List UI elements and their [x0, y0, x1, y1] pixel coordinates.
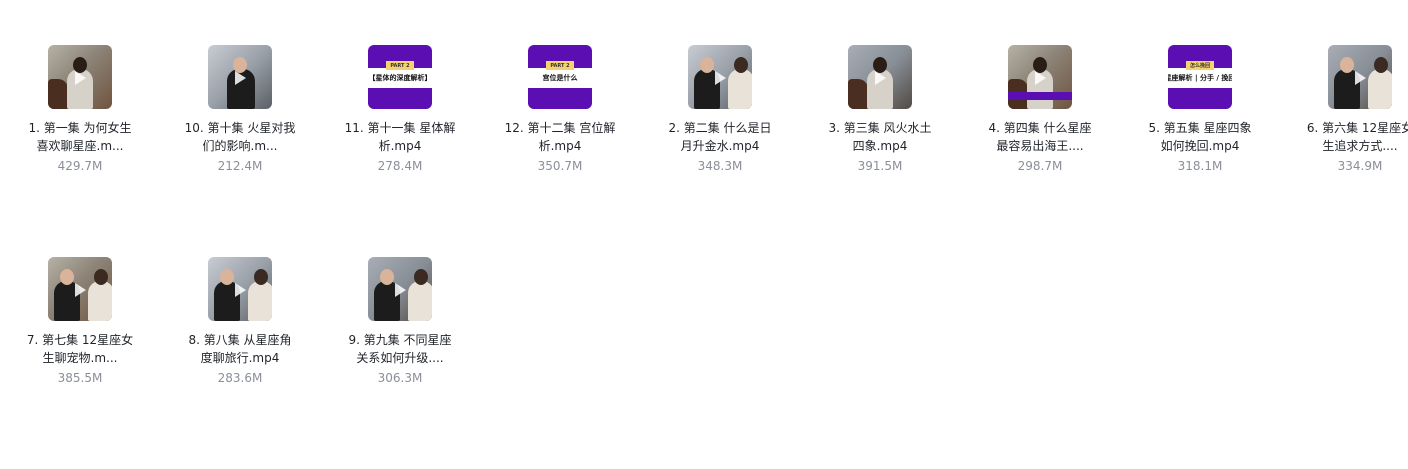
play-icon — [1035, 71, 1046, 85]
slide-thumbnail[interactable]: 星座解析 | 分手 / 挽回 怎么挽回 — [1168, 45, 1232, 109]
slide-band: 宫位是什么 — [528, 68, 592, 88]
file-name: 8. 第八集 从星座角度聊旅行.mp4 — [188, 333, 292, 365]
file-size: 298.7M — [1017, 159, 1063, 173]
slide-thumbnail[interactable]: 宫位是什么 PART 2 — [528, 45, 592, 109]
person-figure — [1368, 57, 1392, 109]
person-figure — [408, 269, 432, 321]
slide-tag: PART 2 — [546, 61, 574, 70]
file-item[interactable]: 2. 第二集 什么是日月升金水.mp4 348.3M — [640, 45, 800, 257]
video-thumbnail[interactable] — [688, 45, 752, 109]
file-item[interactable]: 宫位是什么 PART 2 12. 第十二集 宫位解析.mp4 350.7M — [480, 45, 640, 257]
file-item[interactable]: 8. 第八集 从星座角度聊旅行.mp4 283.6M — [160, 257, 320, 469]
chair-shape — [848, 79, 868, 109]
slide-tag: 怎么挽回 — [1186, 61, 1214, 70]
play-icon — [75, 283, 86, 297]
file-item[interactable]: 6. 第六集 12星座女生追求方式.... 334.9M — [1280, 45, 1408, 257]
file-name: 4. 第四集 什么星座最容易出海王.... — [988, 121, 1092, 153]
file-name: 7. 第七集 12星座女生聊宠物.m... — [26, 333, 134, 365]
file-size: 391.5M — [857, 159, 903, 173]
file-item[interactable]: 3. 第三集 风火水土四象.mp4 391.5M — [800, 45, 960, 257]
video-thumbnail[interactable] — [368, 257, 432, 321]
person-figure — [88, 269, 112, 321]
file-size: 348.3M — [697, 159, 743, 173]
file-size: 278.4M — [377, 159, 423, 173]
file-name: 12. 第十二集 宫位解析.mp4 — [504, 121, 616, 153]
video-thumbnail[interactable] — [48, 45, 112, 109]
play-icon — [75, 71, 86, 85]
file-item[interactable]: 4. 第四集 什么星座最容易出海王.... 298.7M — [960, 45, 1120, 257]
slide-text: 宫位是什么 — [542, 74, 578, 82]
video-thumbnail[interactable] — [1008, 45, 1072, 109]
file-name: 10. 第十集 火星对我们的影响.m... — [184, 121, 296, 153]
file-item[interactable]: 星座解析 | 分手 / 挽回 怎么挽回 5. 第五集 星座四象如何挽回.mp4 318… — [1120, 45, 1280, 257]
play-icon — [395, 283, 406, 297]
play-icon — [875, 71, 886, 85]
file-name: 3. 第三集 风火水土四象.mp4 — [828, 121, 932, 153]
play-icon — [235, 71, 246, 85]
video-thumbnail[interactable] — [848, 45, 912, 109]
video-thumbnail[interactable] — [208, 257, 272, 321]
file-size: 350.7M — [537, 159, 583, 173]
slide-thumbnail[interactable]: 【星体的深度解析】 PART 2 — [368, 45, 432, 109]
video-thumbnail[interactable] — [1328, 45, 1392, 109]
file-name: 9. 第九集 不同星座关系如何升级.... — [348, 333, 452, 365]
person-figure — [248, 269, 272, 321]
file-size: 385.5M — [57, 371, 103, 385]
slide-tag: PART 2 — [386, 61, 414, 70]
video-thumbnail[interactable] — [48, 257, 112, 321]
file-name: 2. 第二集 什么是日月升金水.mp4 — [668, 121, 772, 153]
slide-band: 【星体的深度解析】 — [368, 68, 432, 88]
file-size: 318.1M — [1177, 159, 1223, 173]
slide-band: 星座解析 | 分手 / 挽回 — [1168, 68, 1232, 88]
file-size: 212.4M — [217, 159, 263, 173]
file-name: 5. 第五集 星座四象如何挽回.mp4 — [1148, 121, 1252, 153]
file-name: 11. 第十一集 星体解析.mp4 — [344, 121, 456, 153]
file-item[interactable]: 10. 第十集 火星对我们的影响.m... 212.4M — [160, 45, 320, 257]
file-item[interactable]: 【星体的深度解析】 PART 2 11. 第十一集 星体解析.mp4 278.4M — [320, 45, 480, 257]
file-name: 1. 第一集 为何女生喜欢聊星座.m... — [28, 121, 132, 153]
file-item[interactable]: 7. 第七集 12星座女生聊宠物.m... 385.5M — [0, 257, 160, 469]
video-thumbnail[interactable] — [208, 45, 272, 109]
file-size: 429.7M — [57, 159, 103, 173]
file-name: 6. 第六集 12星座女生追求方式.... — [1306, 121, 1408, 153]
play-icon — [1355, 71, 1366, 85]
play-icon — [715, 71, 726, 85]
slide-text: 【星体的深度解析】 — [368, 74, 432, 82]
play-icon — [235, 283, 246, 297]
file-size: 283.6M — [217, 371, 263, 385]
person-figure — [728, 57, 752, 109]
file-size: 306.3M — [377, 371, 423, 385]
file-grid: 1. 第一集 为何女生喜欢聊星座.m... 429.7M 10. 第十集 火星对我们… — [0, 45, 1408, 469]
file-item[interactable]: 1. 第一集 为何女生喜欢聊星座.m... 429.7M — [0, 45, 160, 257]
file-size: 334.9M — [1337, 159, 1383, 173]
slide-text: 星座解析 | 分手 / 挽回 — [1168, 74, 1232, 82]
chair-shape — [48, 79, 68, 109]
file-item[interactable]: 9. 第九集 不同星座关系如何升级.... 306.3M — [320, 257, 480, 469]
caption-bar — [1008, 92, 1072, 100]
